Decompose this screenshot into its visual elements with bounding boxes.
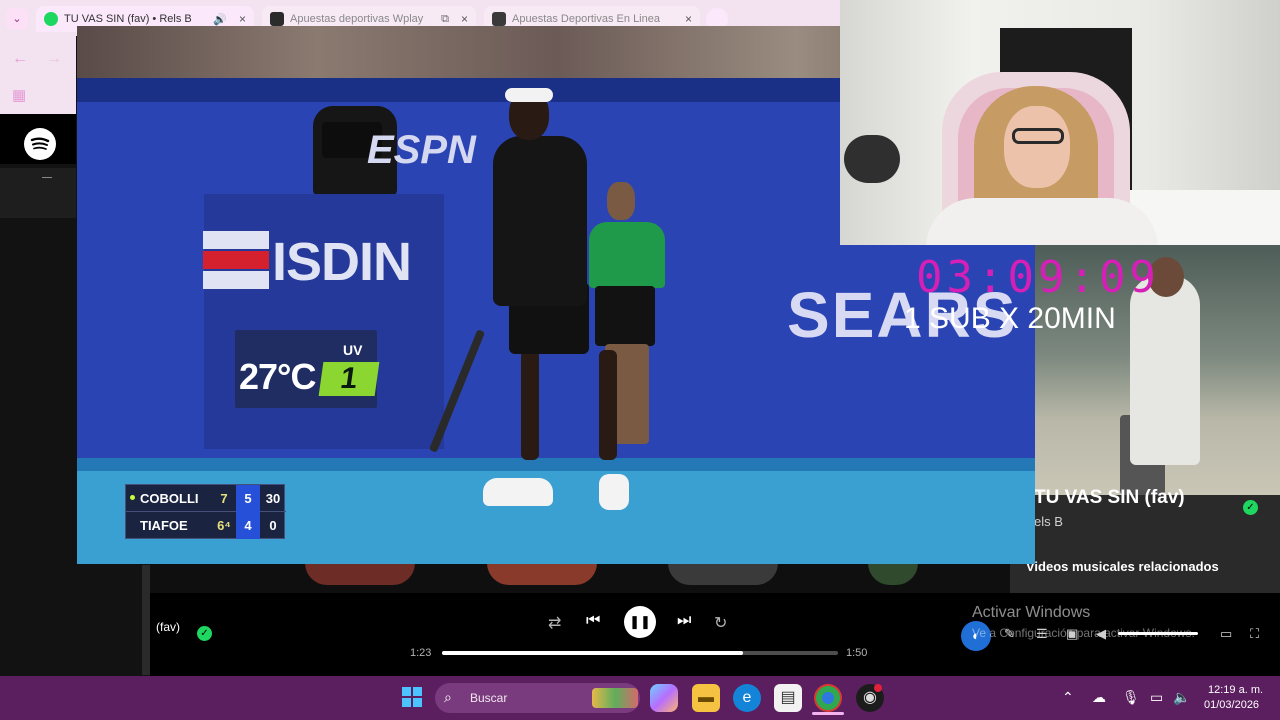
espn-logo: ESPN xyxy=(367,128,476,172)
copilot-icon[interactable] xyxy=(650,684,678,712)
streamer-face xyxy=(1004,106,1070,188)
player-shoe xyxy=(483,478,553,506)
related-video-thumbnail[interactable] xyxy=(668,563,778,585)
set-score: 6⁴ xyxy=(217,518,231,533)
speaker-icon[interactable]: 🔊 xyxy=(213,13,227,26)
rushbet-icon xyxy=(492,12,506,26)
divider xyxy=(42,177,52,178)
scoreboard: COBOLLI 7 5 30 TIAFOE 6⁴ 4 0 xyxy=(125,484,286,539)
progress-slider[interactable] xyxy=(442,651,838,655)
subathon-timer: 03:09:09 xyxy=(916,252,1160,303)
microsoft-store-icon[interactable]: ▤ xyxy=(774,684,802,712)
chevron-up-icon[interactable]: ⌃ xyxy=(1062,689,1074,706)
music-video-figure xyxy=(1130,275,1200,465)
queue-icon[interactable]: ☰ xyxy=(1036,626,1048,642)
isdin-logo: ISDIN xyxy=(272,232,412,292)
recording-dot-icon xyxy=(874,684,882,692)
cloud-icon[interactable]: ☁ xyxy=(1092,689,1106,706)
spotify-icon xyxy=(44,12,58,26)
tab-title: Apuestas Deportivas En Linea xyxy=(512,13,660,25)
volume-slider[interactable] xyxy=(1118,632,1198,635)
network-icon[interactable]: ▭ xyxy=(1150,689,1163,706)
pause-button[interactable]: ❚❚ xyxy=(624,606,656,638)
subathon-rule: 1 SUB X 20MIN xyxy=(904,302,1116,335)
windows-start-icon[interactable] xyxy=(402,687,422,707)
game-points: 0 xyxy=(269,518,277,533)
wplay-icon xyxy=(270,12,284,26)
webcam-feed xyxy=(840,0,1280,245)
tab-title: Apuestas deportivas Wplay xyxy=(290,13,424,25)
ball-kid xyxy=(607,182,635,220)
set-score: 7 xyxy=(220,491,228,506)
file-explorer-icon[interactable]: ▬ xyxy=(692,684,720,712)
current-set-score: 5 xyxy=(236,485,260,512)
related-video-thumbnail[interactable] xyxy=(487,563,597,585)
close-icon[interactable]: × xyxy=(461,12,468,26)
volume-icon[interactable]: ◀ xyxy=(1096,626,1106,642)
mic-icon[interactable]: ✎ xyxy=(1004,626,1015,642)
player-name: TIAFOE xyxy=(140,518,188,533)
game-points: 30 xyxy=(265,491,281,506)
uv-index: 1 xyxy=(318,362,380,396)
related-videos-heading: Videos musicales relacionados xyxy=(1026,559,1219,574)
speaker-icon[interactable]: 🔈 xyxy=(1173,689,1190,706)
chrome-icon[interactable] xyxy=(814,684,842,712)
microphone-icon[interactable]: 🎙 xyxy=(1122,689,1140,706)
back-arrow-icon[interactable]: ← xyxy=(12,50,28,68)
activate-windows-title: Activar Windows xyxy=(972,604,1091,621)
close-icon[interactable]: × xyxy=(685,12,692,26)
clock-date[interactable]: 01/03/2026 xyxy=(1204,699,1259,711)
scoreboard-row: COBOLLI 7 5 30 xyxy=(126,485,286,512)
temperature: 27°C xyxy=(239,356,316,397)
now-playing-artist[interactable]: els B xyxy=(1034,514,1063,529)
related-video-thumbnail[interactable] xyxy=(305,563,415,585)
previous-track-icon[interactable]: ⏮ xyxy=(586,612,600,630)
active-app-indicator xyxy=(812,712,844,715)
search-icon: ⌕ xyxy=(444,689,452,705)
serve-indicator xyxy=(130,495,135,500)
liked-check-icon[interactable]: ✓ xyxy=(197,626,212,641)
player xyxy=(599,350,617,460)
player-headband xyxy=(505,88,553,102)
liked-check-icon[interactable]: ✓ xyxy=(1243,500,1258,515)
streamer xyxy=(926,198,1158,245)
next-track-icon[interactable]: ⏭ xyxy=(677,612,691,630)
repeat-icon[interactable]: ↻ xyxy=(714,613,727,633)
microphone xyxy=(844,135,900,183)
player-shoe xyxy=(599,474,629,510)
fullscreen-icon[interactable]: ⛶ xyxy=(1250,626,1259,642)
ball-kid xyxy=(595,286,655,346)
player-name: COBOLLI xyxy=(140,491,199,506)
search-highlight-image[interactable] xyxy=(592,688,638,708)
total-time: 1:50 xyxy=(846,647,868,659)
apps-grid-icon[interactable]: ▦ xyxy=(12,86,26,104)
current-set-score: 4 xyxy=(236,512,260,539)
miniplayer-icon[interactable]: ▭ xyxy=(1220,626,1232,642)
tab-search-chevron-icon[interactable]: ⌄ xyxy=(6,8,28,30)
edge-icon[interactable]: e xyxy=(733,684,761,712)
court-baseline xyxy=(77,458,1035,472)
player-track-title[interactable]: (fav) xyxy=(156,620,180,634)
player xyxy=(521,350,539,460)
devices-icon[interactable]: ▣ xyxy=(1066,626,1078,642)
progress-fill xyxy=(442,651,743,655)
picture-in-picture-icon[interactable]: ⧉ xyxy=(441,13,449,26)
ball-kid xyxy=(589,222,665,288)
current-time: 1:23 xyxy=(410,647,432,659)
spotify-library-panel xyxy=(0,168,76,218)
player xyxy=(493,136,587,306)
now-playing-title[interactable]: TU VAS SIN (fav) xyxy=(1034,487,1185,509)
search-placeholder: Buscar xyxy=(470,691,508,705)
glasses xyxy=(1012,128,1064,144)
windows-taskbar xyxy=(0,676,1280,720)
uv-label: UV xyxy=(343,342,363,358)
shuffle-icon[interactable]: ⇄ xyxy=(548,613,561,633)
forward-arrow-icon[interactable]: → xyxy=(46,50,62,68)
close-icon[interactable]: × xyxy=(239,12,246,26)
spotify-icon[interactable] xyxy=(24,128,56,160)
tab-title: TU VAS SIN (fav) • Rels B xyxy=(64,13,192,25)
clock-time[interactable]: 12:19 a. m. xyxy=(1208,684,1263,696)
scoreboard-row: TIAFOE 6⁴ 4 0 xyxy=(126,512,286,539)
flag-logo xyxy=(203,231,269,289)
